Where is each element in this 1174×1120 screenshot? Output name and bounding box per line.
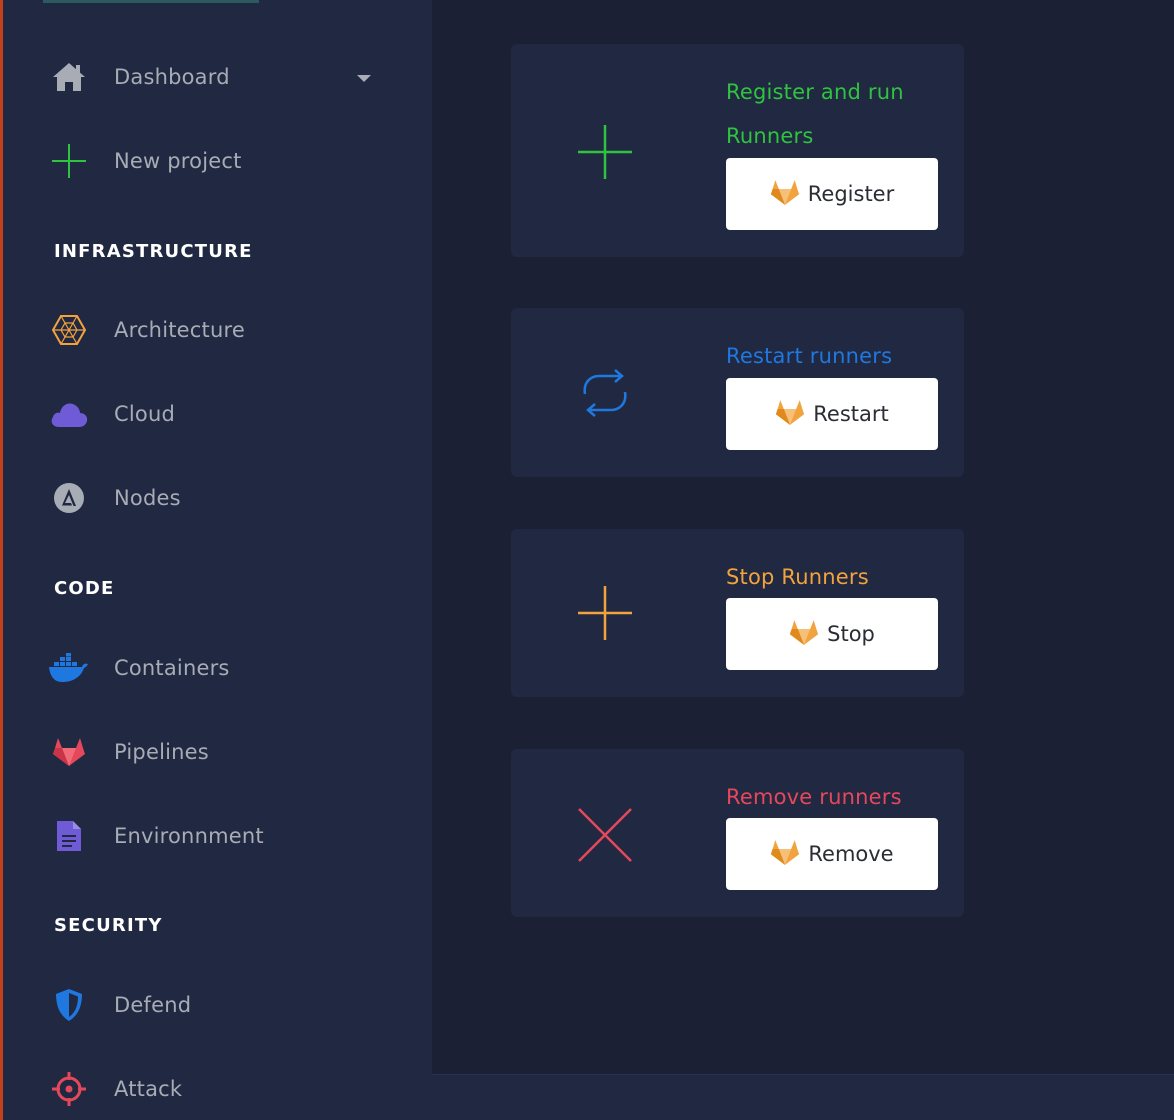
chevron-down-icon[interactable]	[357, 75, 371, 82]
plus-icon	[575, 583, 635, 643]
ansible-icon	[47, 476, 91, 520]
sidebar-item-label: Environnment	[114, 824, 264, 848]
sidebar-item-containers[interactable]: Containers	[3, 638, 432, 698]
home-icon	[47, 55, 91, 99]
sidebar-item-nodes[interactable]: Nodes	[3, 468, 432, 528]
cloud-icon	[47, 392, 91, 436]
document-icon	[47, 814, 91, 858]
remove-button[interactable]: Remove	[726, 818, 938, 890]
card-title: Remove runners	[726, 785, 902, 809]
sidebar: Dashboard New project INFRASTRUCTURE Arc…	[0, 0, 432, 1120]
card-title-line2: Runners	[726, 124, 814, 148]
sidebar-item-label: Architecture	[114, 318, 245, 342]
sidebar-item-architecture[interactable]: Architecture	[3, 300, 432, 360]
plus-icon	[47, 139, 91, 183]
section-header-infrastructure: INFRASTRUCTURE	[54, 241, 253, 262]
card-title: Stop Runners	[726, 565, 869, 589]
gitlab-icon	[770, 839, 800, 870]
sidebar-item-environment[interactable]: Environnment	[3, 806, 432, 866]
sidebar-item-label: Dashboard	[114, 65, 230, 89]
sidebar-item-label: Containers	[114, 656, 230, 680]
sidebar-top-indicator	[43, 0, 259, 3]
card-stop-runners: Stop Runners Stop	[511, 529, 964, 697]
sidebar-item-pipelines[interactable]: Pipelines	[3, 722, 432, 782]
main-footer	[432, 1074, 1174, 1120]
restart-button[interactable]: Restart	[726, 378, 938, 450]
shield-icon	[47, 983, 91, 1027]
section-header-security: SECURITY	[54, 915, 163, 936]
card-restart-runners: Restart runners Restart	[511, 308, 964, 477]
sidebar-item-cloud[interactable]: Cloud	[3, 384, 432, 444]
card-title: Register and run	[726, 80, 904, 104]
button-label: Remove	[808, 842, 894, 866]
app-window: Dashboard New project INFRASTRUCTURE Arc…	[0, 0, 1174, 1120]
gitlab-icon	[789, 619, 819, 650]
button-label: Restart	[813, 402, 889, 426]
sidebar-item-label: Pipelines	[114, 740, 209, 764]
x-icon	[575, 805, 635, 865]
sidebar-item-label: Defend	[114, 993, 192, 1017]
gitlab-icon	[770, 179, 800, 210]
docker-icon	[47, 646, 91, 690]
card-register-runners: Register and run Runners Register	[511, 44, 964, 257]
sidebar-item-label: New project	[114, 149, 242, 173]
sidebar-item-dashboard[interactable]: Dashboard	[3, 47, 432, 107]
card-remove-runners: Remove runners Remove	[511, 749, 964, 917]
gitlab-icon	[775, 399, 805, 430]
sidebar-item-label: Nodes	[114, 486, 181, 510]
plus-icon	[575, 122, 635, 182]
register-button[interactable]: Register	[726, 158, 938, 230]
sidebar-item-label: Attack	[114, 1077, 183, 1101]
sidebar-item-label: Cloud	[114, 402, 175, 426]
button-label: Stop	[827, 622, 875, 646]
gitlab-icon	[47, 730, 91, 774]
sidebar-item-new-project[interactable]: New project	[3, 131, 432, 191]
sidebar-item-defend[interactable]: Defend	[3, 975, 432, 1035]
crosshair-icon	[47, 1067, 91, 1111]
hexagon-icon	[47, 308, 91, 352]
sidebar-item-attack[interactable]: Attack	[3, 1059, 432, 1119]
button-label: Register	[807, 182, 895, 206]
refresh-icon	[575, 363, 635, 423]
section-header-code: CODE	[54, 578, 115, 599]
stop-button[interactable]: Stop	[726, 598, 938, 670]
card-title: Restart runners	[726, 344, 893, 368]
